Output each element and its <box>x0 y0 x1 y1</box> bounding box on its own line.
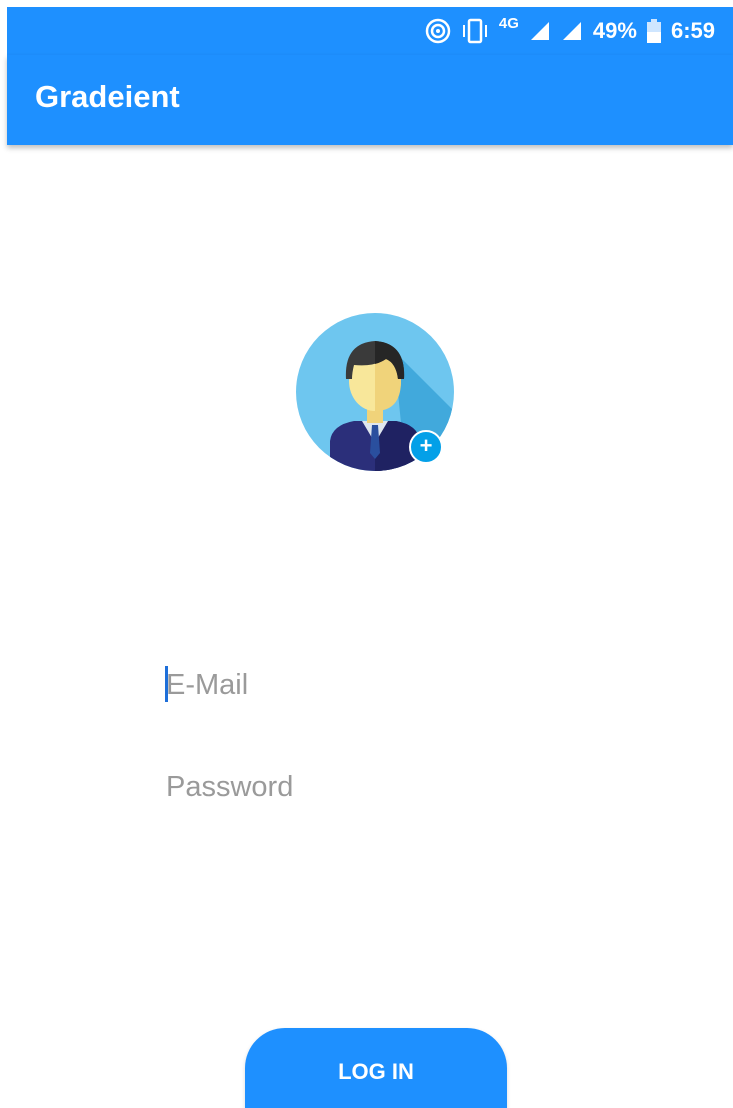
email-input[interactable] <box>166 660 566 710</box>
email-field[interactable] <box>165 660 566 710</box>
status-bar: 4G 49% 6:59 <box>7 7 733 55</box>
add-photo-badge[interactable]: + <box>409 430 443 464</box>
network-type: 4G <box>498 14 519 32</box>
password-input[interactable] <box>166 762 566 812</box>
battery-icon <box>646 19 661 43</box>
hotspot-icon <box>425 18 451 44</box>
signal-icon <box>561 20 583 42</box>
text-cursor <box>165 666 168 702</box>
app-bar: Gradeient <box>7 55 733 145</box>
vibrate-icon <box>461 18 489 44</box>
login-button[interactable]: LOG IN <box>245 1028 507 1108</box>
clock: 6:59 <box>670 18 715 43</box>
status-icons: 4G 49% 6:59 <box>425 7 715 55</box>
app-title: Gradeient <box>35 79 180 114</box>
login-screen: 4G 49% 6:59 Gradeient + E-Mail LOG IN <box>0 0 733 1108</box>
battery-percent: 49% <box>592 18 637 43</box>
signal-icon <box>529 20 551 42</box>
password-field[interactable] <box>166 762 566 812</box>
